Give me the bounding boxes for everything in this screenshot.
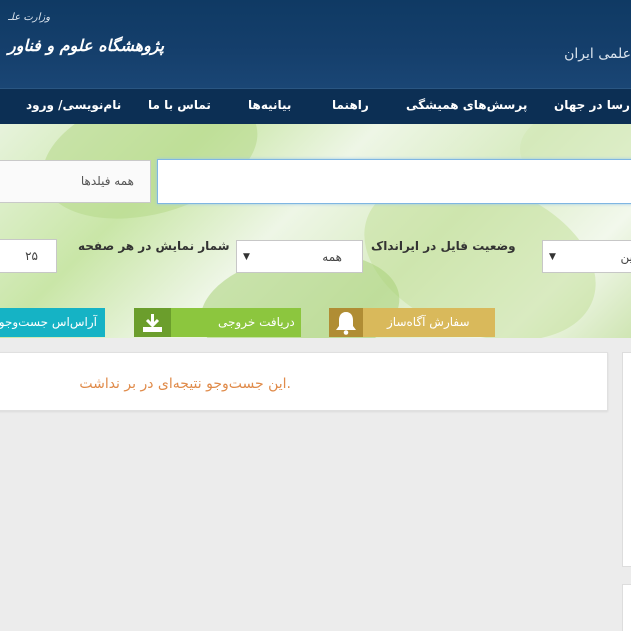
alert-subscribe-button[interactable]: سفارش آگاه‌ساز xyxy=(329,308,495,337)
side-panel xyxy=(622,352,631,567)
nav-item-faq[interactable]: پرسش‌های همیشگی xyxy=(406,98,527,112)
per-page-input[interactable]: ۲۵ xyxy=(0,239,57,273)
main-nav: نام‌نویسی/ ورود تماس با ما بیانیه‌ها راه… xyxy=(0,88,631,124)
site-title: علمی ایران xyxy=(564,46,631,62)
file-status-label: وضعیت فایل در ایرانداک xyxy=(371,239,516,253)
search-field-select[interactable]: همه فیلدها xyxy=(0,160,151,203)
download-icon xyxy=(134,308,171,337)
site-header: وزارت علـ پژوهشگاه علوم و فناور علمی ایر… xyxy=(0,0,631,88)
export-button[interactable]: دریافت خروجی xyxy=(134,308,301,337)
results-panel: این جست‌وجو نتیجه‌ای در بر نداشت. xyxy=(0,352,608,411)
alert-subscribe-label: سفارش آگاه‌ساز xyxy=(387,315,470,329)
search-hero-background xyxy=(0,124,631,338)
nav-item-contact[interactable]: تماس با ما xyxy=(148,98,211,112)
search-input[interactable] xyxy=(157,159,631,204)
filter-select[interactable]: ▼ ین xyxy=(542,240,631,273)
nav-item-parsa-world[interactable]: پارسا در جهان xyxy=(554,98,631,112)
empty-results-message: این جست‌وجو نتیجه‌ای در بر نداشت. xyxy=(79,376,291,392)
dropdown-caret-icon: ▼ xyxy=(243,252,250,262)
bell-icon xyxy=(329,308,363,337)
action-bar: آراس‌اس جست‌وجو دریافت خروجی سفارش آگاه‌… xyxy=(0,308,631,337)
search-field-select-value: همه فیلدها xyxy=(80,174,134,188)
dropdown-caret-icon: ▼ xyxy=(549,252,556,262)
rss-search-label: آراس‌اس جست‌وجو xyxy=(0,315,97,329)
file-status-value: همه xyxy=(322,250,342,264)
nav-item-guide[interactable]: راهنما xyxy=(332,98,369,112)
nav-item-statements[interactable]: بیانیه‌ها xyxy=(248,98,291,112)
rss-search-button[interactable]: آراس‌اس جست‌وجو xyxy=(0,308,105,337)
per-page-value: ۲۵ xyxy=(25,249,38,263)
per-page-label: شمار نمایش در هر صفحه xyxy=(78,239,230,253)
filter-select-value: ین xyxy=(620,250,631,264)
export-label: دریافت خروجی xyxy=(218,315,295,329)
side-panel-lower xyxy=(622,584,631,631)
file-status-select[interactable]: ▼ همه xyxy=(236,240,363,273)
institute-logo-text[interactable]: پژوهشگاه علوم و فناور xyxy=(8,36,164,55)
nav-item-register-login[interactable]: نام‌نویسی/ ورود xyxy=(26,98,121,112)
ministry-text: وزارت علـ xyxy=(8,12,51,23)
